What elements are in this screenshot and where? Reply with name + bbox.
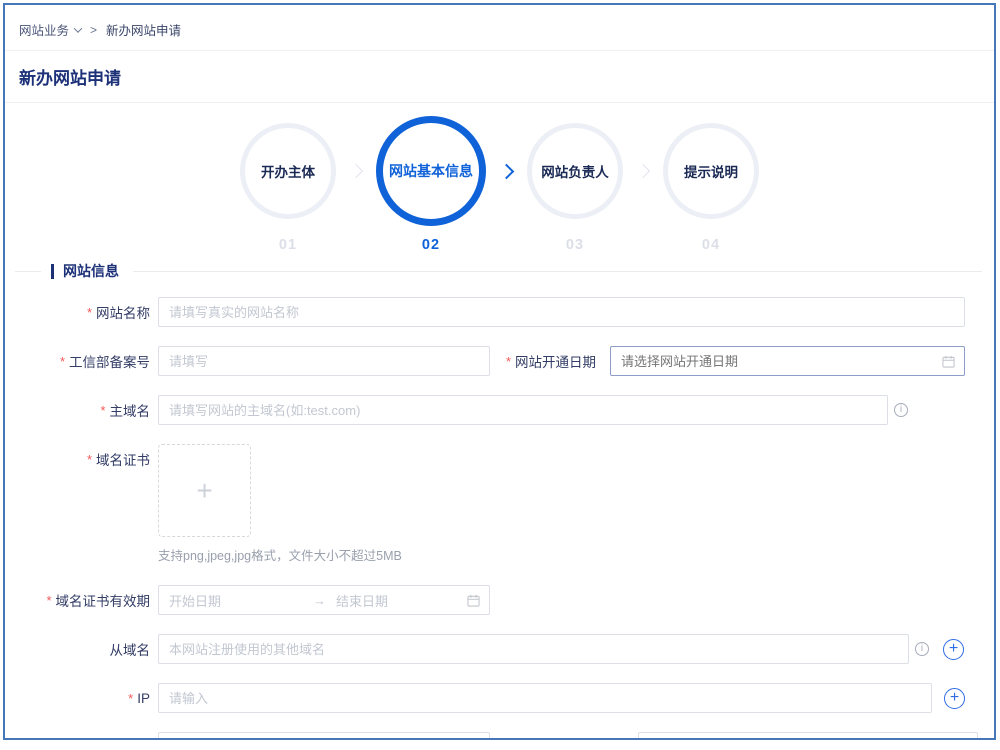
sub-domain-input[interactable] <box>158 634 909 664</box>
plus-icon: + <box>196 475 212 507</box>
add-ip-button[interactable]: + <box>944 688 965 709</box>
form-row-website-name: * 网站名称 <box>5 297 994 327</box>
range-end-placeholder[interactable]: 结束日期 <box>336 591 467 610</box>
monthly-active-users-label: 月活用户数量 i <box>500 737 630 740</box>
step-1-number: 01 <box>279 237 297 253</box>
icp-number-label: * 工信部备案号 <box>5 351 158 371</box>
form-row-sub-domain: 从域名 i + <box>5 634 994 664</box>
required-asterisk: * <box>60 354 65 369</box>
cert-validity-label: * 域名证书有效期 <box>5 590 158 610</box>
form-row-domain-cert: * 域名证书 + 支持png,jpeg,jpg格式，文件大小不超过5MB <box>5 444 994 564</box>
page-title: 新办网站申请 <box>19 64 978 89</box>
step-3: 网站负责人 03 <box>527 115 623 253</box>
range-arrow-icon: → <box>313 593 326 608</box>
sub-domain-label: 从域名 <box>5 639 158 659</box>
open-date-label: * 网站开通日期 <box>500 351 604 371</box>
market-value-input[interactable] <box>158 732 490 740</box>
step-4-number: 04 <box>702 237 720 253</box>
step-arrow-icon-active <box>499 163 515 179</box>
section-title: 网站信息 <box>63 261 119 281</box>
form-row-icp-opendate: * 工信部备案号 * 网站开通日期 <box>5 346 994 376</box>
required-asterisk: * <box>87 452 92 467</box>
required-asterisk: * <box>128 691 133 706</box>
ip-input[interactable] <box>158 683 932 713</box>
step-1: 开办主体 01 <box>240 115 336 253</box>
main-domain-input[interactable] <box>158 395 888 425</box>
breadcrumb-separator: > <box>90 23 97 37</box>
required-asterisk: * <box>506 354 511 369</box>
info-icon[interactable]: i <box>915 642 929 656</box>
calendar-icon[interactable] <box>467 594 480 607</box>
step-1-circle[interactable]: 开办主体 <box>240 123 336 219</box>
form-row-ip: * IP + <box>5 683 994 713</box>
info-icon[interactable]: i <box>894 403 908 417</box>
website-name-input[interactable] <box>158 297 965 327</box>
open-date-input[interactable] <box>611 348 942 374</box>
calendar-icon[interactable] <box>942 355 955 368</box>
divider-line <box>15 271 41 272</box>
open-date-picker[interactable] <box>610 346 965 376</box>
icp-number-input[interactable] <box>158 346 490 376</box>
breadcrumb-root[interactable]: 网站业务 <box>19 20 69 39</box>
step-2-number: 02 <box>422 237 440 253</box>
upload-hint: 支持png,jpeg,jpg格式，文件大小不超过5MB <box>158 545 402 564</box>
form-row-main-domain: * 主域名 i <box>5 395 994 425</box>
section-header: 网站信息 <box>15 261 982 281</box>
step-2: 网站基本信息 02 <box>376 115 486 253</box>
form-row-cert-validity: * 域名证书有效期 开始日期 → 结束日期 <box>5 585 994 615</box>
form-row-market-mau: 市值 i 月活用户数量 i <box>5 732 994 740</box>
chevron-down-icon[interactable] <box>74 24 82 32</box>
main-domain-label: * 主域名 <box>5 400 158 420</box>
website-info-form: * 网站名称 * 工信部备案号 * 网站开通日期 <box>5 281 994 740</box>
monthly-active-users-input[interactable] <box>638 732 978 740</box>
website-name-label: * 网站名称 <box>5 302 158 322</box>
step-3-number: 03 <box>566 237 584 253</box>
breadcrumb: 网站业务 > 新办网站申请 <box>5 5 994 51</box>
page-frame: 网站业务 > 新办网站申请 新办网站申请 开办主体 01 网站基本信息 02 网… <box>3 3 996 740</box>
step-arrow-icon <box>636 164 650 178</box>
ip-label: * IP <box>5 691 158 706</box>
add-sub-domain-button[interactable]: + <box>943 639 964 660</box>
cert-validity-range-picker[interactable]: 开始日期 → 结束日期 <box>158 585 490 615</box>
divider-line <box>133 271 982 272</box>
required-asterisk: * <box>87 305 92 320</box>
stepper: 开办主体 01 网站基本信息 02 网站负责人 03 提示说明 04 <box>5 103 994 257</box>
step-3-circle[interactable]: 网站负责人 <box>527 123 623 219</box>
required-asterisk: * <box>46 593 51 608</box>
domain-cert-label: * 域名证书 <box>5 444 158 469</box>
step-4-circle[interactable]: 提示说明 <box>663 123 759 219</box>
domain-cert-upload[interactable]: + <box>158 444 251 537</box>
step-2-circle[interactable]: 网站基本信息 <box>376 116 486 226</box>
market-value-label: 市值 i <box>5 737 158 740</box>
section-accent-bar <box>51 264 54 279</box>
step-arrow-icon <box>349 164 363 178</box>
required-asterisk: * <box>100 403 105 418</box>
title-bar: 新办网站申请 <box>5 51 994 103</box>
range-start-placeholder[interactable]: 开始日期 <box>169 591 313 610</box>
breadcrumb-current: 新办网站申请 <box>106 20 181 39</box>
step-4: 提示说明 04 <box>663 115 759 253</box>
